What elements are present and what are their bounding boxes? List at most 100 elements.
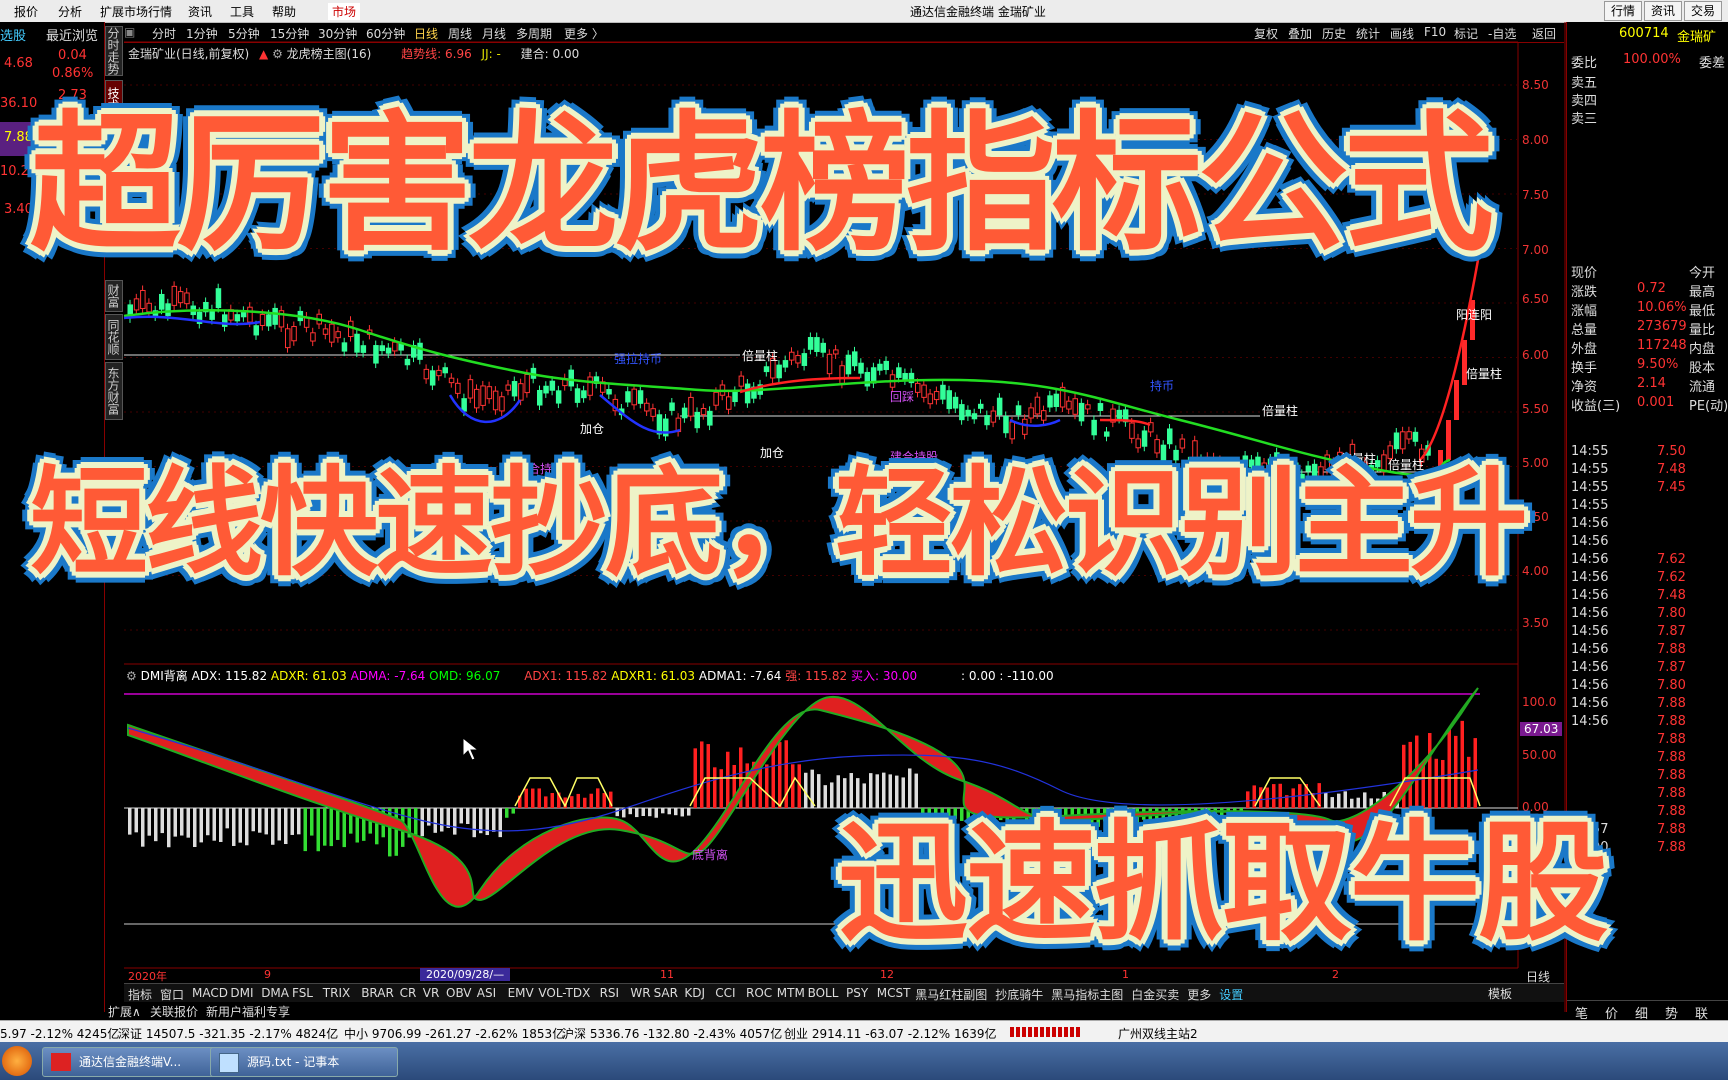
- indicator-tab[interactable]: DMA: [261, 986, 289, 1000]
- candle-body: [782, 360, 789, 368]
- indicator-tab[interactable]: 黑马指标主图: [1051, 986, 1123, 1003]
- index-quote[interactable]: 深证 14507.5 -321.35 -2.17% 4824亿: [118, 1025, 338, 1042]
- indicator-tab[interactable]: ROC: [746, 986, 772, 1000]
- dmi-bar: [505, 808, 509, 818]
- dmi-axis-label: 100.0: [1522, 695, 1557, 709]
- indicator-tab[interactable]: OBV: [446, 986, 472, 1000]
- settings-icon[interactable]: ⚙: [126, 669, 137, 683]
- indicator-tab[interactable]: VOL-TDX: [538, 986, 590, 1000]
- candle-body: [852, 351, 858, 367]
- quote-panel-tabs: 笔价细势联: [1567, 1000, 1728, 1022]
- dmi-bar: [284, 808, 288, 845]
- candle-body: [978, 403, 984, 409]
- task-notepad[interactable]: 源码.txt - 记事本: [210, 1047, 398, 1077]
- price-axis-label: 4.00: [1522, 564, 1549, 578]
- indicator-tab[interactable]: MACD: [192, 986, 228, 1000]
- stat-value: 9.50%: [1637, 357, 1679, 372]
- dmi-bar: [310, 808, 314, 836]
- indicator-tab[interactable]: CR: [400, 986, 417, 1000]
- indicator-tab[interactable]: SAR: [654, 986, 678, 1000]
- chart-label: 持币: [1150, 379, 1175, 393]
- candle-body: [335, 331, 341, 339]
- candle-body: [486, 386, 493, 400]
- candle-body: [171, 285, 178, 306]
- candle-body: [644, 402, 650, 412]
- dmi-bar: [219, 808, 223, 842]
- candle-body: [1015, 405, 1022, 416]
- tick-price: 7.62: [1657, 552, 1686, 567]
- candle-body: [681, 407, 688, 419]
- candle-body: [354, 333, 360, 353]
- index-quote[interactable]: 沪深 5336.76 -132.80 -2.43% 4057亿: [562, 1025, 782, 1042]
- start-icon[interactable]: [2, 1046, 32, 1076]
- task-tdx[interactable]: 通达信金融终端V...: [42, 1047, 236, 1077]
- dmi-bar: [498, 808, 502, 838]
- dmi-bar: [186, 808, 190, 838]
- dmi-bar: [888, 774, 892, 808]
- dmi-bar: [1278, 783, 1282, 808]
- indicator-tab[interactable]: ASI: [477, 986, 496, 1000]
- dmi-bar: [791, 764, 795, 808]
- candle-body: [285, 328, 291, 349]
- indicator-tab[interactable]: FSL: [292, 986, 313, 1000]
- dmi-bar: [654, 808, 658, 818]
- indicator-tab[interactable]: 白金买卖: [1131, 986, 1179, 1003]
- candle-body: [1167, 428, 1173, 445]
- dmi-bar: [206, 808, 210, 836]
- dmi-bar: [1467, 756, 1471, 808]
- dmi-bar: [134, 808, 138, 833]
- index-quote[interactable]: 创业 2914.11 -63.07 -2.12% 1639亿: [784, 1025, 997, 1042]
- indicator-tab[interactable]: BOLL: [808, 986, 839, 1000]
- ext-tab[interactable]: 关联报价: [150, 1003, 198, 1020]
- candle-body: [492, 390, 499, 411]
- stat-value: 273679: [1637, 319, 1687, 334]
- indicator-tab[interactable]: KDJ: [684, 986, 705, 1000]
- dmi-bar: [830, 782, 834, 808]
- template-button[interactable]: 模板: [1488, 985, 1512, 1002]
- indicator-tab[interactable]: MCST: [877, 986, 911, 1000]
- indicator-tab[interactable]: WR: [630, 986, 650, 1000]
- dmi-bar: [199, 808, 203, 843]
- indicator-tab[interactable]: 更多: [1187, 986, 1211, 1003]
- price-axis-label: 6.00: [1522, 348, 1549, 362]
- candle-body: [814, 337, 820, 353]
- indicator-tab[interactable]: PSY: [846, 986, 868, 1000]
- indicator-tab[interactable]: DMI: [230, 986, 253, 1000]
- dmi-bar: [154, 808, 158, 842]
- tick-price: 7.88: [1657, 768, 1686, 783]
- candle-body: [795, 355, 801, 364]
- indicator-tab[interactable]: BRAR: [361, 986, 394, 1000]
- index-quote[interactable]: 5.97 -2.12% 4245亿: [0, 1025, 119, 1042]
- indicator-tab[interactable]: EMV: [508, 986, 534, 1000]
- dmi-name[interactable]: DMI背离: [141, 669, 188, 683]
- tick-price: 7.88: [1657, 822, 1686, 837]
- candle-body: [549, 380, 556, 391]
- date-label: 2: [1332, 968, 1339, 981]
- dmi-current-badge: 67.03: [1520, 722, 1563, 736]
- indicator-tab[interactable]: MTM: [777, 986, 805, 1000]
- indicator-tab[interactable]: 抄底骑牛: [995, 986, 1043, 1003]
- dmi-bar: [251, 808, 255, 832]
- indicator-tab[interactable]: 黑马红柱副图: [915, 986, 987, 1003]
- tick-time: 14:56: [1571, 570, 1609, 585]
- dmi-bar: [895, 775, 899, 808]
- tick-price: 7.62: [1657, 570, 1686, 585]
- indicator-tab[interactable]: TRIX: [323, 986, 350, 1000]
- stat-value: 0.001: [1637, 395, 1675, 410]
- indicator-tab[interactable]: VR: [423, 986, 440, 1000]
- ext-tab[interactable]: 新用户福利专享: [206, 1003, 290, 1020]
- indicator-tab[interactable]: 设置: [1219, 986, 1243, 1003]
- date-label: 12: [880, 968, 894, 981]
- ext-tab[interactable]: 扩展∧: [108, 1003, 141, 1020]
- candle-body: [146, 302, 152, 313]
- dmi-bar: [1428, 733, 1432, 808]
- candle-body: [385, 347, 392, 354]
- dmi-bar: [1343, 791, 1347, 808]
- indicator-tab[interactable]: RSI: [600, 986, 620, 1000]
- dmi-bar: [544, 796, 548, 808]
- candle-body: [637, 390, 644, 404]
- index-quote[interactable]: 中小 9706.99 -261.27 -2.62% 1853亿: [344, 1025, 564, 1042]
- extension-tabs: 扩展∧ 关联报价 新用户福利专享: [104, 1001, 604, 1019]
- candle-body: [417, 342, 423, 360]
- indicator-tab[interactable]: CCI: [715, 986, 735, 1000]
